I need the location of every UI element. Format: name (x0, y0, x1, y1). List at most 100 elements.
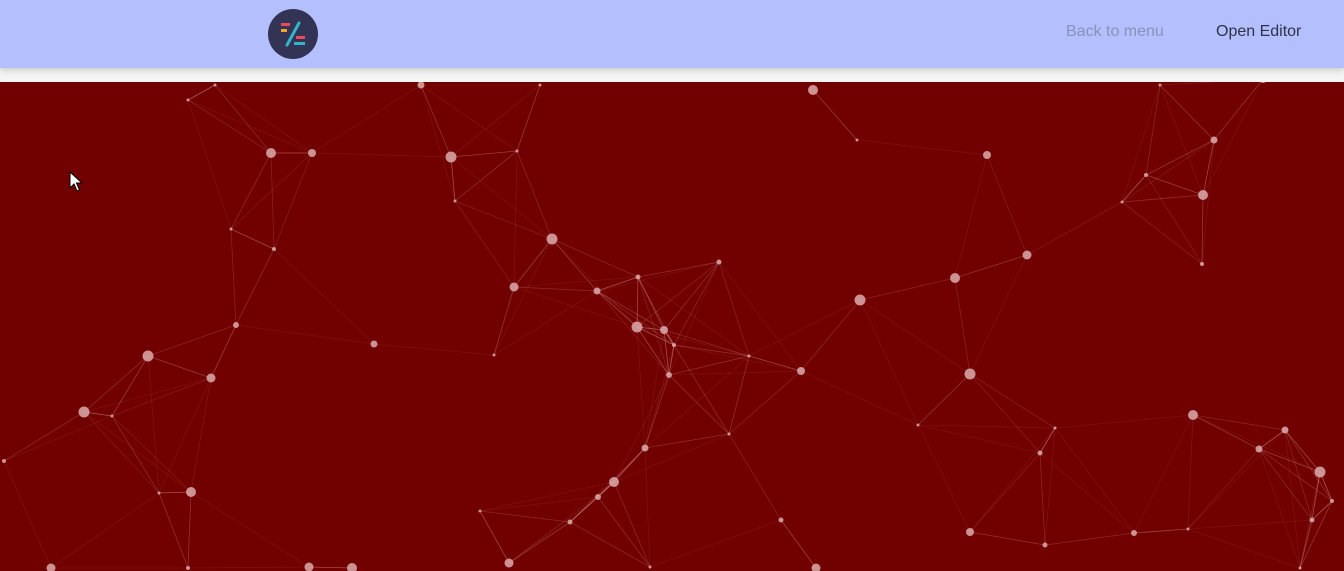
network-edge (1187, 429, 1286, 530)
network-edge (1284, 429, 1333, 502)
network-edge (1039, 427, 1056, 454)
network-node (46, 563, 56, 571)
network-edge (479, 510, 571, 523)
network-edge (190, 491, 310, 568)
network-edge (644, 447, 651, 568)
network-edge (637, 261, 720, 278)
network-edge (3, 460, 52, 569)
network-edge (1054, 414, 1194, 429)
network-edge (1145, 174, 1204, 196)
network-edge (597, 496, 651, 568)
network-edge (187, 99, 272, 154)
network-edge (210, 324, 237, 379)
network-edge (147, 355, 212, 379)
network-node (716, 259, 722, 265)
network-edge (637, 276, 750, 357)
network-node (453, 199, 457, 203)
network-edge (273, 248, 375, 345)
back-to-menu-link[interactable]: Back to menu (1066, 22, 1164, 42)
network-node (1314, 466, 1326, 478)
network-edge (311, 84, 422, 154)
network-edge (748, 355, 802, 372)
network-edge (969, 373, 1041, 454)
network-node (206, 373, 216, 383)
network-node (854, 294, 866, 306)
network-node (1281, 426, 1289, 434)
network-node (233, 322, 239, 328)
arrow-cursor-icon (69, 171, 83, 192)
network-edge (1039, 452, 1046, 546)
network-node (1188, 410, 1198, 420)
network-node (1042, 542, 1048, 548)
network-node (445, 151, 457, 163)
network-node (272, 247, 276, 251)
network-node (855, 138, 859, 142)
network-edge (613, 481, 651, 568)
network-edge (454, 200, 553, 240)
network-edge (3, 415, 113, 462)
network-node (916, 423, 920, 427)
network-node (811, 563, 821, 571)
network-edge (479, 496, 599, 512)
network-edge (1121, 84, 1161, 203)
network-edge (1121, 201, 1203, 265)
network-edge (800, 370, 919, 426)
network-node (213, 83, 217, 87)
network-edge (644, 433, 730, 449)
network-edge (187, 99, 313, 154)
network-edge (450, 84, 541, 158)
network-node (186, 487, 196, 497)
network-edge (3, 411, 85, 462)
network-edge (1026, 201, 1123, 256)
network-node (609, 477, 619, 487)
network-edge (513, 238, 553, 288)
network-node (727, 432, 731, 436)
network-edge (111, 355, 149, 417)
network-edge (551, 238, 639, 278)
header-shadow-divider (0, 68, 1344, 82)
network-node (229, 227, 233, 231)
network-edge (596, 290, 670, 376)
network-edge (644, 355, 750, 449)
network-edge (454, 150, 518, 202)
network-node (504, 558, 514, 568)
network-edge (311, 152, 452, 158)
network-node (593, 287, 601, 295)
network-edge (969, 373, 1056, 429)
network-edge (420, 84, 452, 158)
network-edge (450, 156, 553, 240)
network-edge (1187, 519, 1313, 530)
network-node (747, 354, 751, 358)
network-edge (187, 99, 232, 230)
network-edge (718, 261, 750, 357)
network-edge (1258, 448, 1313, 521)
network-node (1131, 530, 1137, 536)
network-edge (270, 152, 275, 250)
network-edge (668, 374, 730, 435)
network-node (950, 273, 960, 283)
network-edge (513, 286, 638, 328)
network-node (78, 406, 90, 418)
network-node (142, 350, 154, 362)
network-edge (1044, 427, 1056, 546)
network-edge (569, 496, 599, 523)
top-navigation-bar: Back to menu Open Editor (0, 0, 1344, 68)
network-edge (454, 200, 515, 288)
logo-icon[interactable] (268, 9, 318, 59)
network-node (478, 509, 482, 513)
network-edge (50, 492, 160, 569)
network-edge (147, 324, 237, 357)
network-node (370, 340, 378, 348)
network-edge (668, 370, 802, 376)
network-edge (728, 355, 750, 435)
network-node (1298, 566, 1302, 570)
network-edge (273, 152, 313, 250)
network-node (1053, 426, 1057, 430)
network-edges (3, 82, 1333, 569)
network-node (304, 562, 314, 571)
network-edge (1039, 452, 1135, 534)
network-edge (954, 277, 971, 375)
network-node (1210, 136, 1218, 144)
network-edge (1299, 500, 1333, 569)
open-editor-link[interactable]: Open Editor (1216, 22, 1301, 42)
